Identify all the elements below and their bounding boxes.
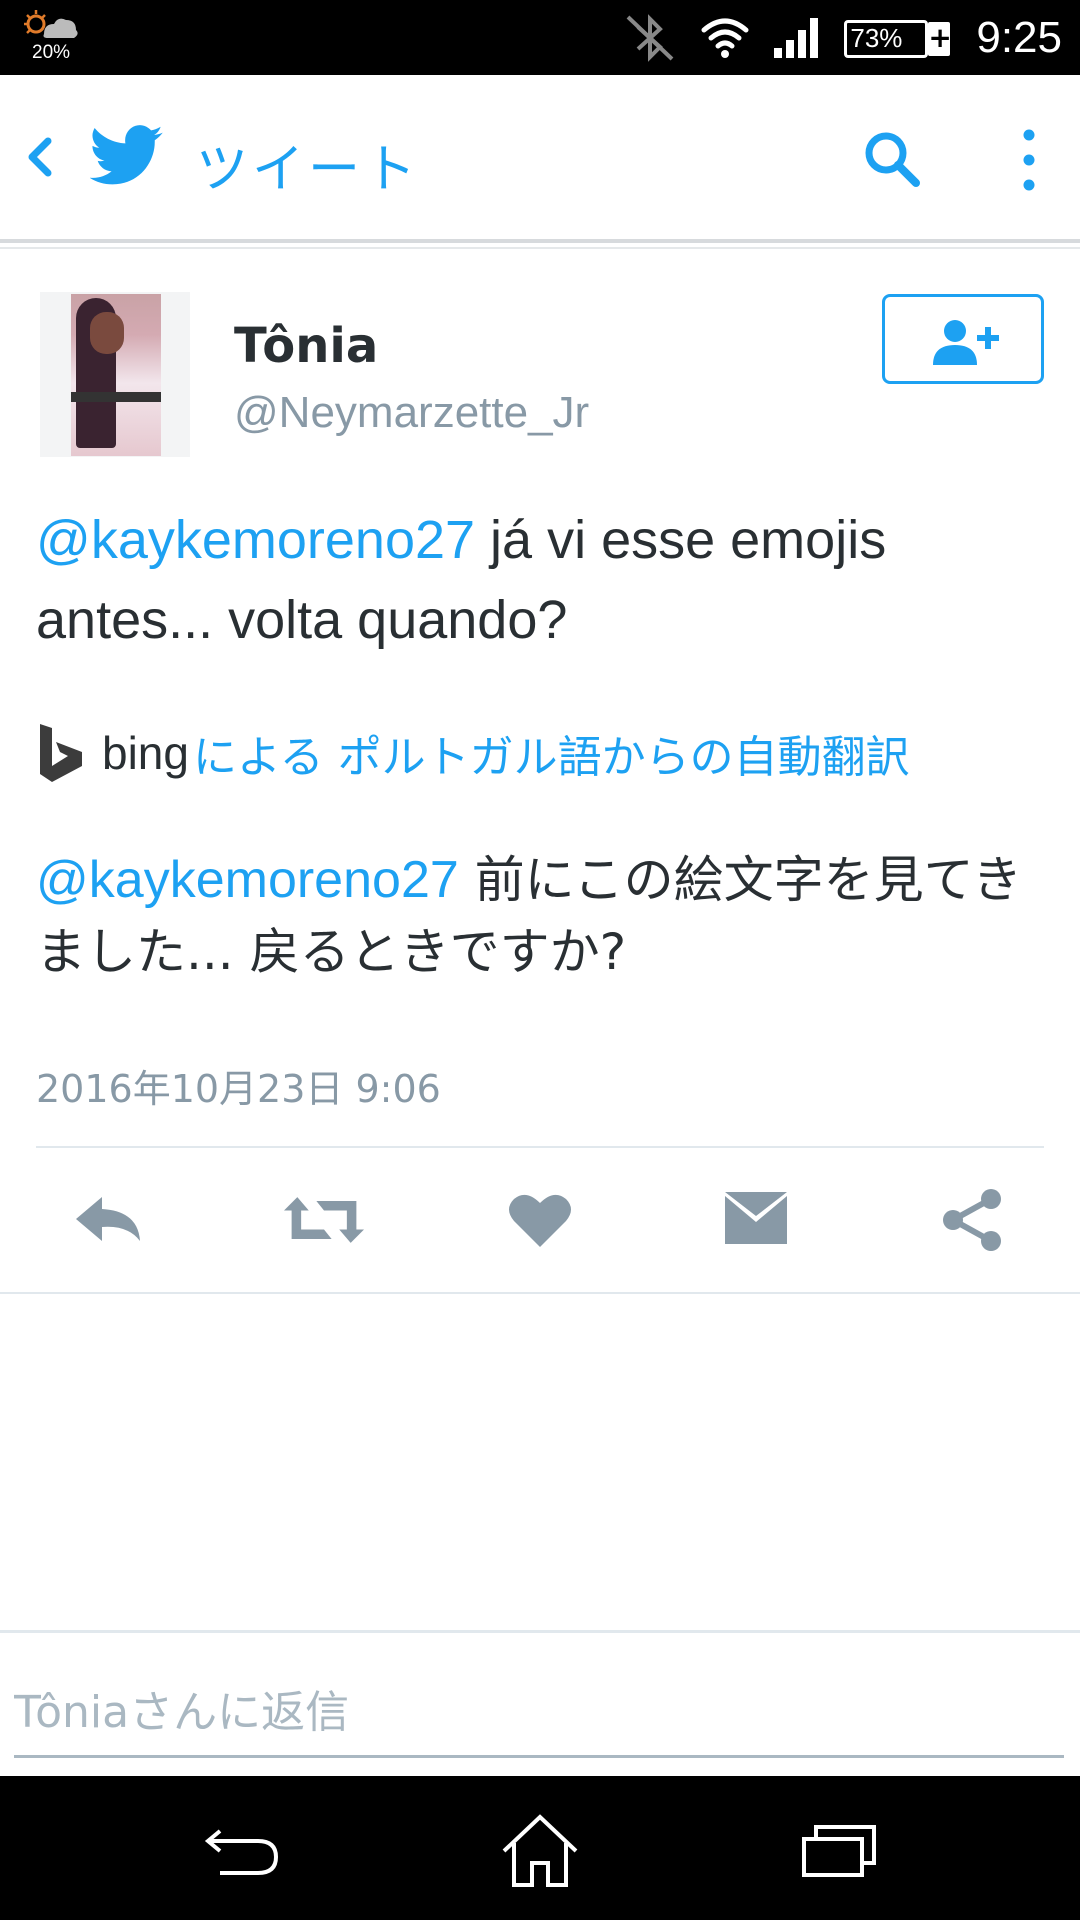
- weather-icon: [24, 10, 78, 38]
- reply-input[interactable]: [14, 1670, 1064, 1758]
- clock: 9:25: [976, 12, 1062, 62]
- app-bar: ツイート: [0, 75, 1080, 243]
- home-icon: [502, 1814, 578, 1887]
- translation-attribution: bing による ポルトガル語からの自動翻訳: [36, 718, 910, 788]
- bing-brand: bing: [102, 727, 189, 779]
- search-icon[interactable]: [860, 127, 924, 191]
- weather-temp: 20%: [32, 42, 71, 63]
- recents-icon: [802, 1825, 876, 1877]
- signal-icon: [774, 17, 819, 58]
- nav-recents-button[interactable]: [790, 1806, 890, 1896]
- retweet-icon: [284, 1197, 364, 1243]
- reply-divider: [0, 1630, 1080, 1633]
- translation-link[interactable]: による ポルトガル語からの自動翻訳: [193, 721, 910, 785]
- more-options-icon[interactable]: [1012, 125, 1046, 195]
- nav-back-button[interactable]: [192, 1806, 292, 1896]
- charging-icon: +: [928, 20, 952, 56]
- follow-button[interactable]: [882, 294, 1044, 384]
- status-icons: 73% + 9:25: [622, 0, 1062, 75]
- tweet-text: @kaykemoreno27 já vi esse emojis antes..…: [36, 500, 1046, 660]
- retweet-button[interactable]: [284, 1180, 364, 1260]
- actions-divider: [0, 1292, 1080, 1294]
- bluetooth-off-icon: [626, 13, 674, 62]
- back-arrow-icon[interactable]: [18, 127, 58, 187]
- twitter-bird-icon[interactable]: [90, 125, 164, 187]
- avatar[interactable]: [40, 292, 190, 457]
- weather-widget: 20%: [22, 8, 92, 70]
- reply-icon: [76, 1197, 140, 1241]
- system-nav-bar: [0, 1776, 1080, 1920]
- tweet-timestamp: 2016年10月23日 9:06: [36, 1067, 441, 1111]
- tweet-actions: [0, 1180, 1080, 1260]
- back-icon: [204, 1829, 279, 1875]
- add-user-icon: [933, 320, 999, 365]
- status-bar: 20% 73% + 9:25: [0, 0, 1080, 75]
- user-display-name[interactable]: Tônia: [234, 318, 378, 374]
- wifi-icon: [701, 18, 749, 58]
- battery-level: 73%: [850, 22, 903, 53]
- share-icon: [943, 1189, 1001, 1251]
- bing-logo-icon: [40, 724, 82, 782]
- nav-home-button[interactable]: [490, 1806, 590, 1896]
- translated-mention-link[interactable]: @kaykemoreno27: [36, 851, 459, 909]
- envelope-icon: [725, 1192, 787, 1244]
- mention-link[interactable]: @kaykemoreno27: [36, 510, 475, 570]
- translated-text: @kaykemoreno27 前にこの絵文字を見てきました... 戻るときですか…: [36, 844, 1056, 988]
- user-handle[interactable]: @Neymarzette_Jr: [234, 388, 589, 438]
- page-title: ツイート: [196, 140, 421, 200]
- header-divider: [0, 247, 1080, 259]
- heart-icon: [509, 1194, 571, 1247]
- reply-button[interactable]: [68, 1180, 148, 1260]
- like-button[interactable]: [500, 1180, 580, 1260]
- share-button[interactable]: [932, 1180, 1012, 1260]
- direct-message-button[interactable]: [716, 1180, 796, 1260]
- battery-indicator: 73% +: [844, 16, 952, 60]
- divider: [36, 1146, 1044, 1148]
